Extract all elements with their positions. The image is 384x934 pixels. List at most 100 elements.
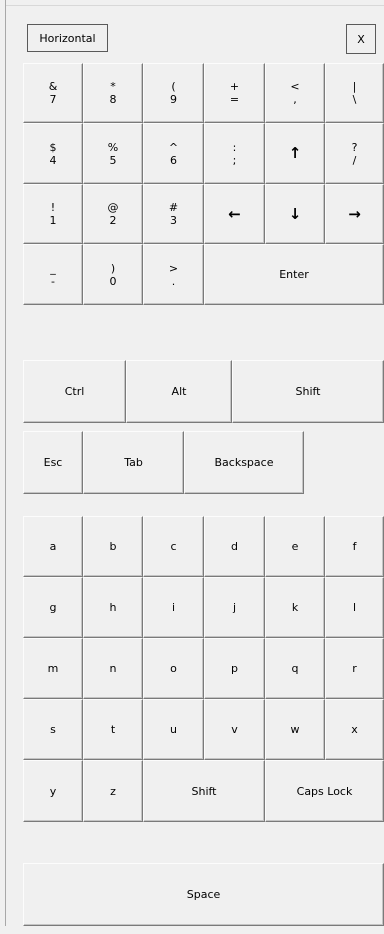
key-arrow-down[interactable]: ↓ [265, 184, 325, 244]
key-shift[interactable]: Shift [232, 360, 384, 423]
key-enter[interactable]: Enter [204, 244, 384, 305]
key-letter[interactable]: a [23, 516, 83, 577]
window-frame-bottom [0, 926, 384, 934]
key-letter[interactable]: c [143, 516, 204, 577]
key-shift-symbol: ? [351, 140, 358, 154]
key-base-symbol: 0 [109, 274, 117, 288]
key-letter[interactable]: i [143, 577, 204, 638]
arrow-down-icon: ↓ [288, 204, 302, 223]
key-label: Shift [191, 784, 217, 798]
arrow-up-icon: ↑ [288, 144, 302, 162]
arrow-left-icon: ← [228, 204, 241, 223]
key-label: o [170, 662, 177, 675]
key-dollar-4[interactable]: $ 4 [23, 123, 83, 184]
key-label: i [171, 601, 176, 614]
key-label: u [170, 723, 177, 736]
key-letter[interactable]: x [325, 699, 384, 760]
key-letter[interactable]: e [265, 516, 325, 577]
key-underscore-minus[interactable]: _ - [23, 244, 83, 305]
key-label: y [49, 784, 57, 798]
key-paren-0[interactable]: ) 0 [83, 244, 143, 305]
key-letter[interactable]: r [325, 638, 384, 699]
key-letter[interactable]: z [83, 760, 143, 822]
key-label: t [110, 723, 116, 736]
key-caret-6[interactable]: ^ 6 [143, 123, 204, 184]
key-exclamation-1[interactable]: ! 1 [23, 184, 83, 244]
key-letter[interactable]: p [204, 638, 265, 699]
orientation-button[interactable]: Horizontal [27, 24, 108, 52]
key-esc[interactable]: Esc [23, 431, 83, 494]
key-letter[interactable]: m [23, 638, 83, 699]
key-letter[interactable]: f [325, 516, 384, 577]
key-letter[interactable]: g [23, 577, 83, 638]
key-shift-symbol: ! [50, 201, 56, 214]
key-tab[interactable]: Tab [83, 431, 184, 494]
key-label: c [170, 540, 177, 553]
key-label: Backspace [214, 456, 274, 469]
key-percent-5[interactable]: % 5 [83, 123, 143, 184]
key-shift-symbol: $ [49, 140, 57, 154]
key-label: Enter [279, 268, 309, 281]
key-caps-lock[interactable]: Caps Lock [265, 760, 384, 822]
key-letter[interactable]: j [204, 577, 265, 638]
key-label: j [232, 601, 237, 614]
key-label: x [351, 723, 358, 736]
key-base-symbol: 2 [109, 214, 117, 227]
key-hash-3[interactable]: # 3 [143, 184, 204, 244]
key-label: Esc [43, 456, 63, 469]
key-backspace[interactable]: Backspace [184, 431, 304, 494]
key-letter[interactable]: k [265, 577, 325, 638]
key-label: Tab [124, 456, 143, 469]
key-letter[interactable]: q [265, 638, 325, 699]
key-alt[interactable]: Alt [126, 360, 232, 423]
key-base-symbol: / [352, 153, 357, 167]
key-letter[interactable]: v [204, 699, 265, 760]
key-question-slash[interactable]: ? / [325, 123, 384, 184]
key-shift-lower[interactable]: Shift [143, 760, 265, 822]
key-letter[interactable]: b [83, 516, 143, 577]
key-pipe-backslash[interactable]: | \ [325, 63, 384, 123]
key-arrow-up[interactable]: ↑ [265, 123, 325, 184]
key-arrow-right[interactable]: → [325, 184, 384, 244]
key-less-comma[interactable]: < , [265, 63, 325, 123]
key-base-symbol: = [229, 93, 240, 106]
key-shift-symbol: # [168, 201, 179, 214]
key-label: Caps Lock [296, 784, 353, 798]
key-letter[interactable]: u [143, 699, 204, 760]
key-shift-symbol: & [48, 80, 58, 93]
key-ctrl[interactable]: Ctrl [23, 360, 126, 423]
key-paren-9[interactable]: ( 9 [143, 63, 204, 123]
key-letter[interactable]: o [143, 638, 204, 699]
key-label: v [231, 723, 238, 736]
key-colon-semicolon[interactable]: : ; [204, 123, 265, 184]
window-frame-top [0, 0, 384, 6]
key-base-symbol: - [51, 274, 55, 288]
key-letter[interactable]: n [83, 638, 143, 699]
key-shift-symbol: ) [110, 261, 116, 275]
key-shift-symbol: + [229, 80, 240, 93]
key-asterisk-8[interactable]: * 8 [83, 63, 143, 123]
key-base-symbol: . [171, 274, 176, 288]
key-greater-period[interactable]: > . [143, 244, 204, 305]
key-shift-symbol: : [232, 140, 237, 154]
key-label: r [352, 662, 357, 675]
close-button[interactable]: X [346, 24, 376, 54]
key-letter[interactable]: s [23, 699, 83, 760]
key-letter[interactable]: l [325, 577, 384, 638]
key-arrow-left[interactable]: ← [204, 184, 265, 244]
key-letter[interactable]: h [83, 577, 143, 638]
key-ampersand-7[interactable]: & 7 [23, 63, 83, 123]
key-plus-equals[interactable]: + = [204, 63, 265, 123]
key-space[interactable]: Space [23, 863, 384, 926]
key-label: s [50, 723, 56, 736]
key-base-symbol: \ [352, 93, 357, 106]
key-letter[interactable]: y [23, 760, 83, 822]
key-at-2[interactable]: @ 2 [83, 184, 143, 244]
key-letter[interactable]: w [265, 699, 325, 760]
window-frame-left [0, 0, 6, 934]
key-letter[interactable]: d [204, 516, 265, 577]
key-label: h [109, 601, 117, 614]
arrow-right-icon: → [348, 204, 361, 223]
key-label: Shift [295, 385, 321, 398]
key-letter[interactable]: t [83, 699, 143, 760]
